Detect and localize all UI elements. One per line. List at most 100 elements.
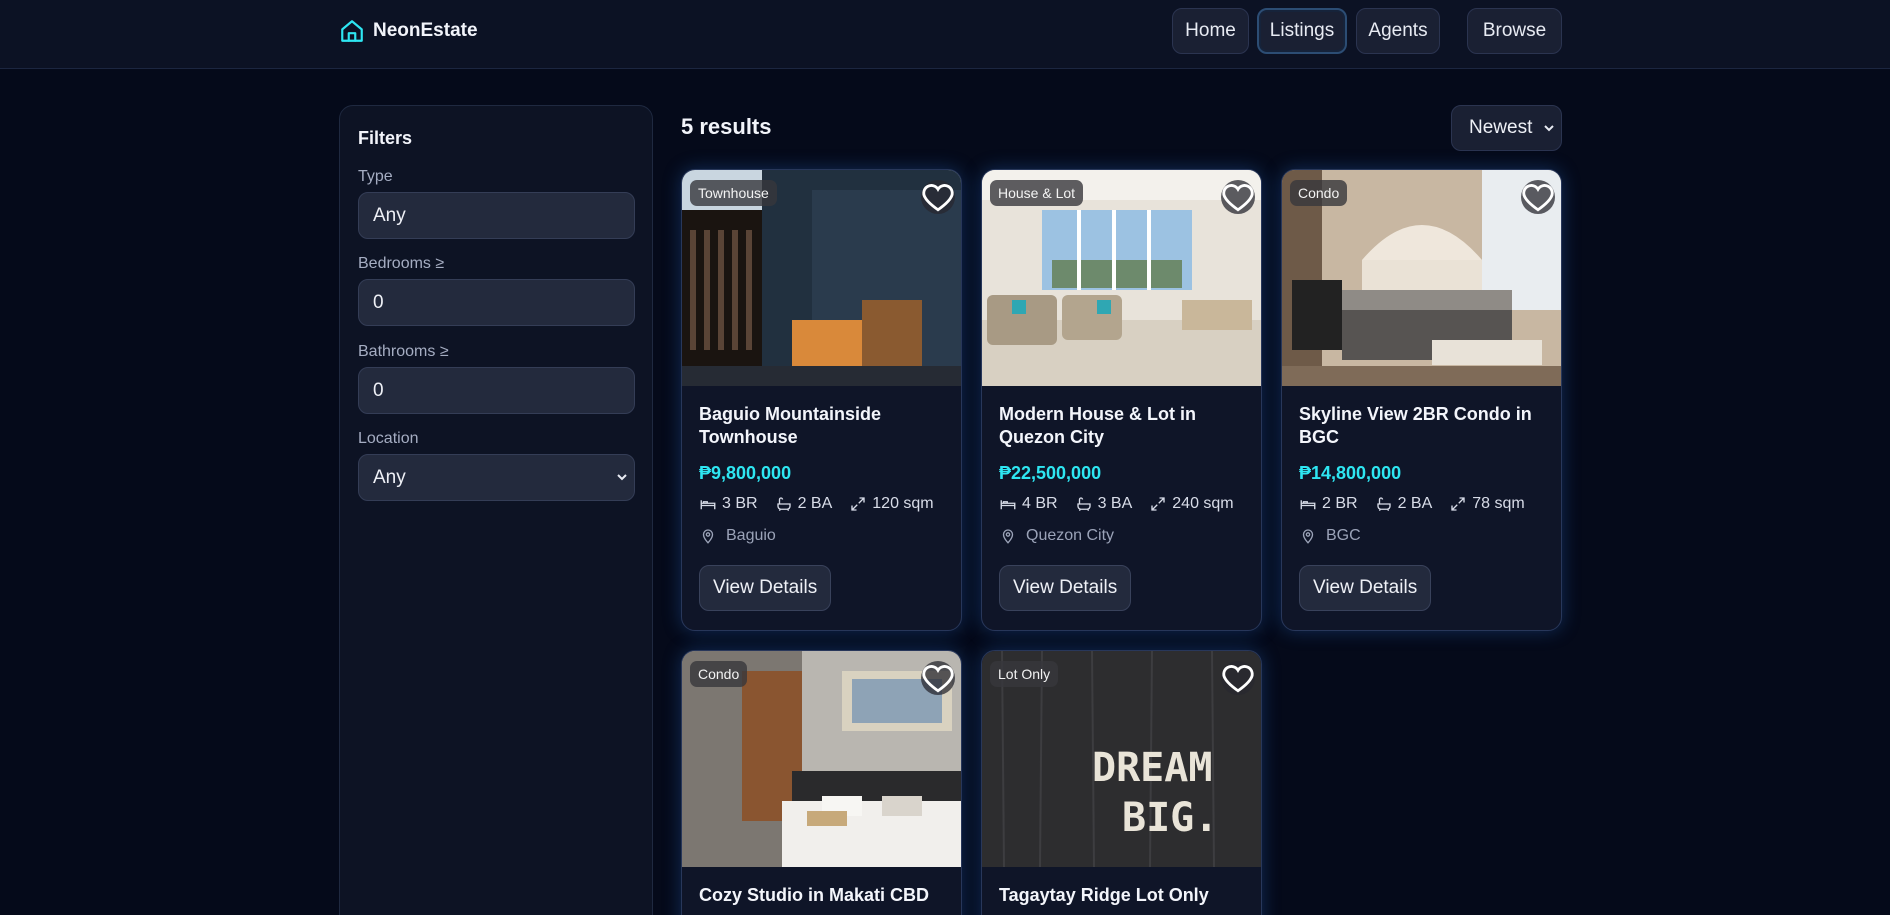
type-filter-label: Type (358, 168, 393, 185)
listing-photo[interactable]: Condo (682, 651, 961, 867)
location-filter-value: Any (373, 466, 406, 488)
expand-icon (1451, 497, 1465, 511)
listing-title[interactable]: Baguio Mountainside Townhouse (699, 403, 949, 449)
favorite-button[interactable] (1221, 661, 1255, 695)
listing-card[interactable]: Townhouse Baguio Mountainside Townhouse … (681, 169, 962, 631)
nav-browse-button[interactable]: Browse (1467, 8, 1562, 54)
area-value: 120 sqm (872, 495, 934, 512)
bath-icon (1076, 497, 1091, 512)
bathrooms-filter-input[interactable]: 0 (358, 367, 635, 414)
filters-title: Filters (358, 128, 413, 148)
listing-title[interactable]: Skyline View 2BR Condo in BGC (1299, 403, 1549, 449)
listing-title[interactable]: Modern House & Lot in Quezon City (999, 403, 1249, 449)
heart-icon (922, 184, 954, 212)
photo-chalk-text: BIG. (1122, 795, 1218, 841)
nav-agents-button[interactable]: Agents (1356, 8, 1440, 54)
bed-icon (1300, 500, 1316, 510)
favorite-button[interactable] (921, 180, 955, 214)
nav-home-button[interactable]: Home (1172, 8, 1249, 54)
filters-panel: Filters Type Any Bedrooms ≥ 0 Bathrooms … (339, 105, 653, 915)
location-value: Baguio (726, 527, 776, 544)
listing-photo[interactable]: Condo (1282, 170, 1561, 386)
heart-icon (1222, 665, 1254, 693)
bathrooms-filter-label: Bathrooms ≥ (358, 343, 449, 360)
home-icon (341, 20, 363, 42)
listing-title[interactable]: Cozy Studio in Makati CBD (699, 884, 949, 907)
listing-location: BGC (1299, 527, 1361, 545)
map-pin-icon (702, 529, 714, 544)
view-details-button[interactable]: View Details (699, 565, 832, 611)
map-pin-icon (1302, 529, 1314, 544)
listing-location: Quezon City (999, 527, 1114, 545)
listing-specs: 2 BR 2 BA 78 sqm (1299, 495, 1542, 513)
area-spec: 240 sqm (1149, 495, 1234, 513)
bedrooms-value: 4 BR (1022, 495, 1058, 512)
listing-location: Baguio (699, 527, 776, 545)
results-count: 5 results (681, 114, 772, 139)
location-filter-select[interactable]: Any (358, 454, 635, 501)
listing-type-badge: Condo (1290, 180, 1348, 206)
listing-type-badge: Condo (690, 661, 748, 687)
bathrooms-spec: 2 BA (775, 495, 832, 513)
listing-type-badge: Townhouse (690, 180, 777, 206)
bedrooms-value: 3 BR (722, 495, 758, 512)
listing-price: ₱9,800,000 (699, 463, 792, 483)
location-value: Quezon City (1026, 527, 1115, 544)
bedrooms-filter-input[interactable]: 0 (358, 279, 635, 326)
listing-photo[interactable]: DREAM BIG. Lot Only (982, 651, 1261, 867)
listing-card[interactable]: DREAM BIG. Lot Only Tagaytay Ridge Lot O… (981, 650, 1262, 915)
bathrooms-spec: 2 BA (1375, 495, 1433, 513)
listing-card[interactable]: Condo Cozy Studio in Makati CBD (681, 650, 962, 915)
bathrooms-filter-value: 0 (373, 379, 384, 401)
type-filter-input[interactable]: Any (358, 192, 635, 239)
listing-title[interactable]: Tagaytay Ridge Lot Only (999, 884, 1249, 907)
bathrooms-value: 3 BA (1097, 495, 1133, 512)
bathrooms-spec: 3 BA (1075, 495, 1133, 513)
brand-logo-link[interactable]: NeonEstate (339, 18, 478, 44)
chevron-down-icon (617, 474, 627, 481)
nav-listings-button[interactable]: Listings (1257, 8, 1347, 54)
listing-photo[interactable]: House & Lot (982, 170, 1261, 386)
sort-value: Newest (1469, 117, 1533, 138)
view-details-button[interactable]: View Details (999, 565, 1132, 611)
bedrooms-filter-label: Bedrooms ≥ (358, 255, 445, 272)
photo-chalk-text: DREAM (1092, 745, 1212, 791)
sort-select[interactable]: Newest (1451, 105, 1562, 151)
expand-icon (851, 497, 865, 511)
bathrooms-value: 2 BA (1397, 495, 1433, 512)
listing-price: ₱14,800,000 (1299, 463, 1402, 483)
listing-price: ₱22,500,000 (999, 463, 1102, 483)
bedrooms-value: 2 BR (1322, 495, 1358, 512)
listing-type-badge: House & Lot (990, 180, 1084, 206)
bath-icon (776, 497, 791, 512)
listing-specs: 4 BR 3 BA 240 sqm (999, 495, 1251, 513)
favorite-button[interactable] (921, 661, 955, 695)
location-value: BGC (1326, 527, 1361, 544)
bedrooms-filter-value: 0 (373, 291, 384, 313)
bath-icon (1376, 497, 1391, 512)
area-spec: 78 sqm (1449, 495, 1525, 513)
favorite-button[interactable] (1521, 180, 1555, 214)
bed-icon (700, 500, 716, 510)
area-value: 240 sqm (1172, 495, 1234, 512)
brand-name: NeonEstate (373, 20, 478, 41)
bedrooms-spec: 4 BR (999, 495, 1058, 513)
bed-icon (1000, 500, 1016, 510)
listing-photo[interactable]: Townhouse (682, 170, 961, 386)
chevron-down-icon (1544, 125, 1554, 132)
map-pin-icon (1002, 529, 1014, 544)
location-filter-label: Location (358, 430, 419, 447)
heart-icon (922, 665, 954, 693)
type-filter-value: Any (373, 204, 406, 226)
listing-specs: 3 BR 2 BA 120 sqm (699, 495, 951, 513)
listing-card[interactable]: House & Lot Modern House & Lot in Quezon… (981, 169, 1262, 631)
area-value: 78 sqm (1472, 495, 1525, 512)
bedrooms-spec: 3 BR (699, 495, 758, 513)
listing-card[interactable]: Condo Skyline View 2BR Condo in BGC ₱14,… (1281, 169, 1562, 631)
heart-icon (1222, 184, 1254, 212)
bedrooms-spec: 2 BR (1299, 495, 1358, 513)
heart-icon (1522, 184, 1554, 212)
view-details-button[interactable]: View Details (1299, 565, 1432, 611)
expand-icon (1151, 497, 1165, 511)
favorite-button[interactable] (1221, 180, 1255, 214)
